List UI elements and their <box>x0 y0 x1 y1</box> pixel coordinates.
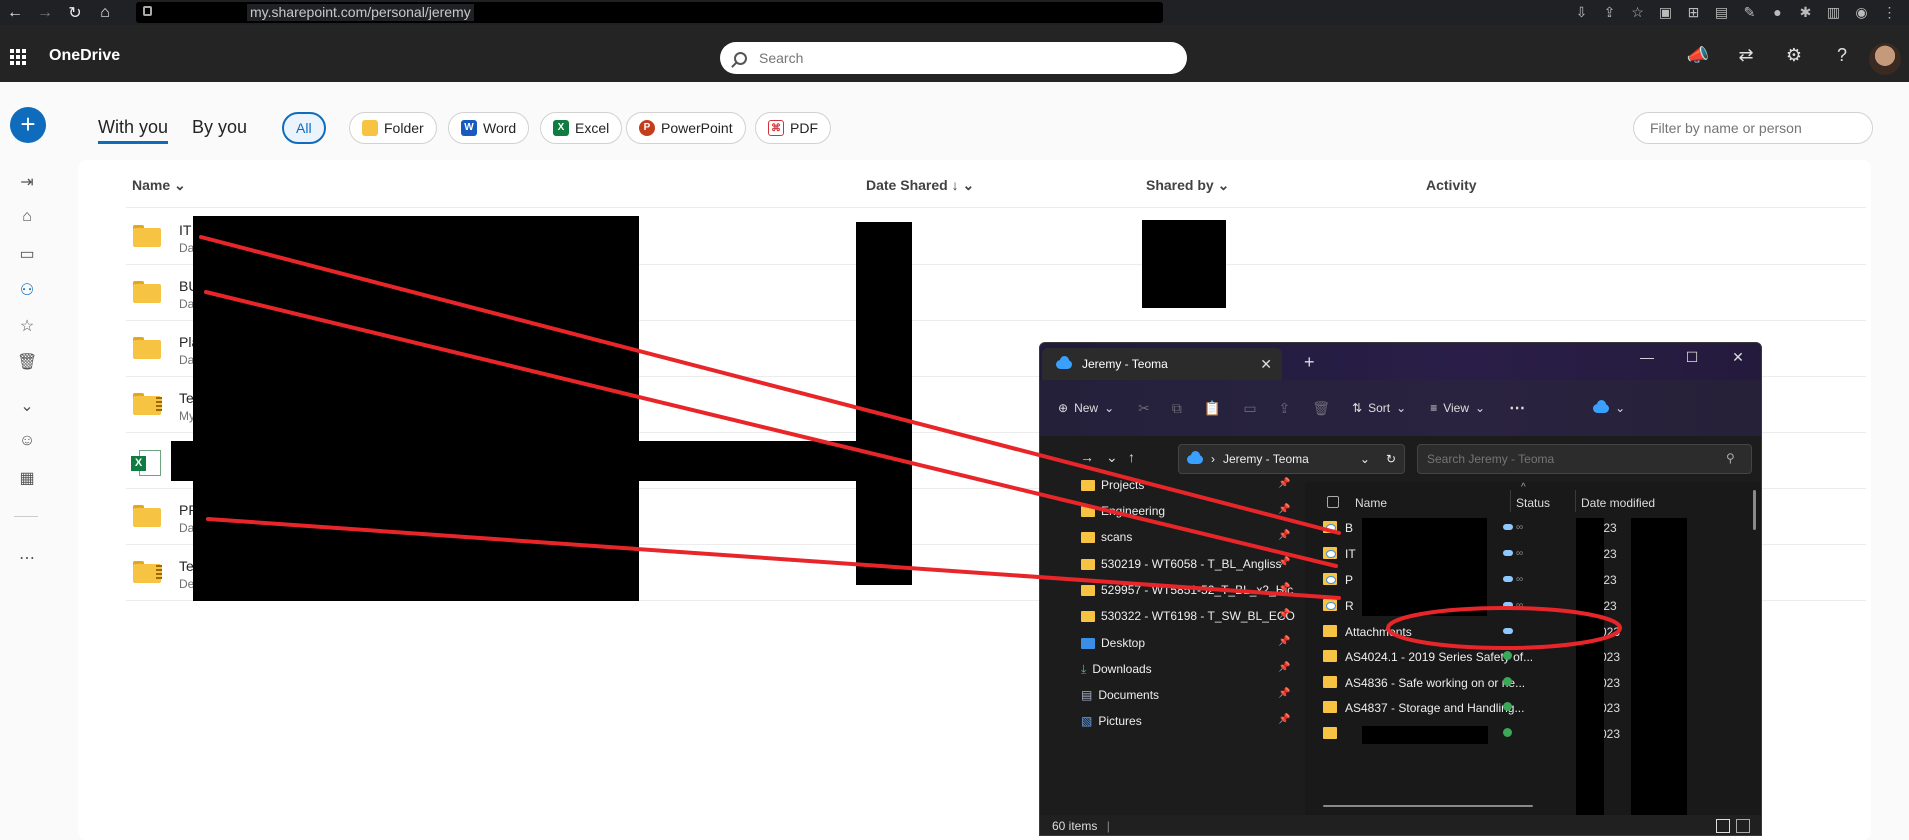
zipper-icon <box>156 565 162 579</box>
annotation-circle <box>1386 606 1622 650</box>
annotation-arrow-line <box>206 517 1341 600</box>
annotation-overlay <box>199 235 1622 650</box>
zipper-icon <box>156 397 162 411</box>
annotation-arrow-line <box>204 290 1338 568</box>
annotation-arrow-line <box>199 235 1341 535</box>
